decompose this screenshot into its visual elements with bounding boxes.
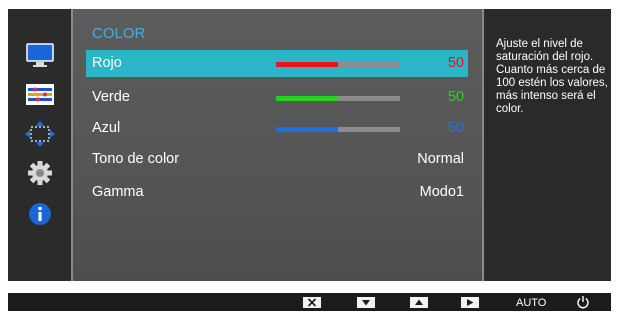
gamma-value: Modo1 [419, 184, 464, 200]
sidebar [8, 9, 71, 281]
menu-title: COLOR [92, 25, 146, 42]
blue-level-fill [276, 127, 338, 132]
blue-level-bar[interactable] [276, 127, 400, 132]
power-icon[interactable] [576, 295, 590, 309]
up-arrow-icon[interactable] [410, 297, 428, 308]
menu-item-label: Rojo [92, 55, 122, 71]
menu-item-tono-de-color[interactable]: Tono de color Normal [86, 146, 468, 173]
red-level-bar[interactable] [276, 62, 400, 67]
menu-item-label: Azul [92, 120, 121, 136]
color-adjust-icon[interactable] [24, 81, 56, 109]
menu-item-azul[interactable]: Azul 50 [86, 115, 468, 142]
menu-item-label: Verde [92, 89, 130, 105]
close-icon[interactable] [303, 297, 321, 308]
auto-button[interactable]: AUTO [516, 297, 546, 309]
menu-item-verde[interactable]: Verde 50 [86, 84, 468, 111]
color-tone-value: Normal [417, 151, 464, 167]
menu-item-rojo[interactable]: Rojo 50 [86, 50, 468, 77]
red-level-value: 50 [447, 55, 464, 71]
right-arrow-icon[interactable] [461, 297, 479, 308]
blue-level-value: 50 [447, 120, 464, 136]
settings-gear-icon[interactable] [24, 159, 56, 187]
size-position-icon[interactable] [24, 120, 56, 148]
red-level-fill [276, 62, 338, 67]
menu-item-label: Gamma [92, 184, 144, 200]
menu-item-label: Tono de color [92, 151, 180, 167]
information-icon[interactable] [24, 200, 56, 228]
monitor-icon[interactable] [24, 41, 56, 69]
green-level-bar[interactable] [276, 96, 400, 101]
help-text: Ajuste el nivel de saturación del rojo. … [496, 38, 608, 115]
green-level-value: 50 [447, 89, 464, 105]
down-arrow-icon[interactable] [357, 297, 375, 308]
green-level-fill [276, 96, 338, 101]
menu-item-gamma[interactable]: Gamma Modo1 [86, 179, 468, 206]
